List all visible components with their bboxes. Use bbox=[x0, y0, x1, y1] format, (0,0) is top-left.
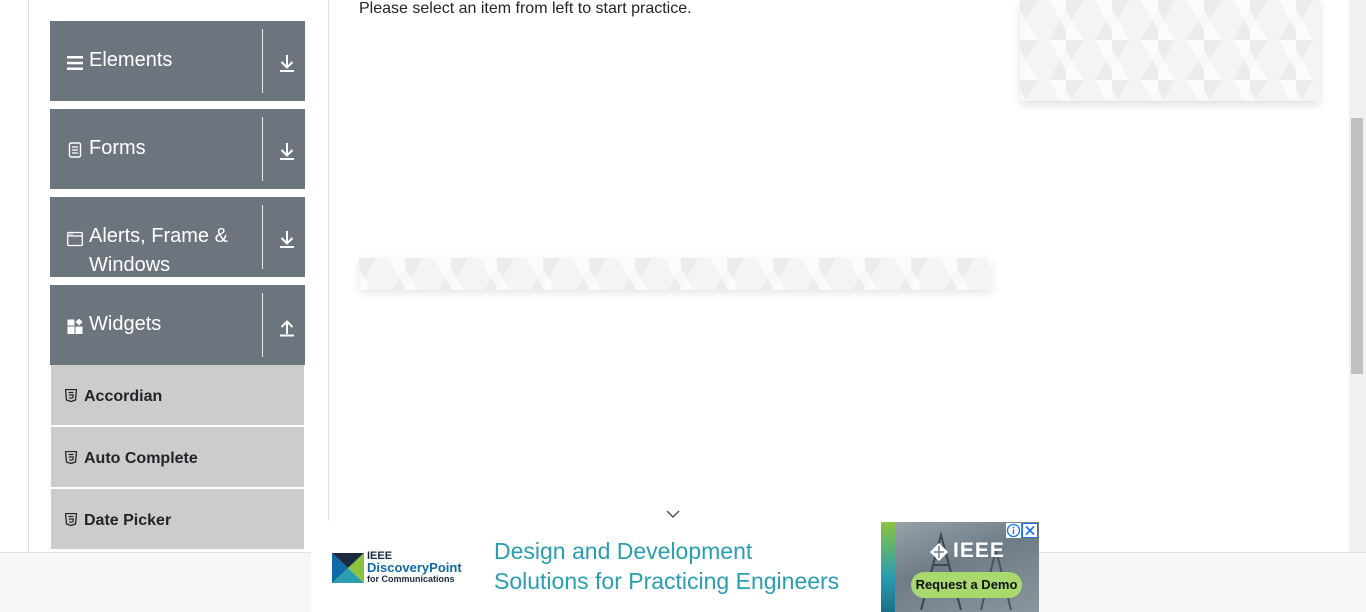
menu-item-label: Accordian bbox=[84, 388, 163, 405]
logo-discoverypoint-text: DiscoveryPoint bbox=[367, 560, 462, 575]
html5-icon bbox=[65, 389, 77, 402]
left-divider bbox=[28, 0, 29, 552]
scrollbar-thumb[interactable] bbox=[1351, 118, 1363, 374]
group-label: Alerts, Frame & Windows bbox=[89, 225, 228, 276]
group-alerts-frame-windows[interactable]: Alerts, Frame & Windows bbox=[50, 197, 305, 277]
group-separator bbox=[262, 293, 263, 357]
ad-placeholder-top bbox=[1020, 0, 1320, 101]
banner-ad[interactable]: IEEE DiscoveryPoint for Communications D… bbox=[311, 510, 1039, 612]
ad-headline-line2: Solutions for Practicing Engineers bbox=[494, 568, 840, 594]
group-label: Widgets bbox=[89, 313, 162, 335]
ieee-discoverypoint-logo: IEEE DiscoveryPoint for Communications bbox=[332, 551, 472, 585]
group-separator bbox=[262, 205, 263, 269]
group-forms[interactable]: Forms bbox=[50, 109, 305, 189]
download-arrow-icon[interactable] bbox=[278, 229, 296, 249]
request-demo-button[interactable]: Request a Demo bbox=[911, 572, 1022, 598]
download-arrow-icon[interactable] bbox=[278, 141, 296, 161]
close-icon[interactable] bbox=[1022, 523, 1038, 538]
ad-ieee-badge: IEEE bbox=[953, 539, 1005, 562]
menu-item-date-picker[interactable]: Date Picker bbox=[51, 489, 304, 551]
document-icon bbox=[68, 142, 82, 158]
upload-arrow-icon[interactable] bbox=[278, 317, 296, 337]
adchoices-info-icon[interactable] bbox=[1006, 523, 1021, 538]
group-label: Elements bbox=[89, 49, 173, 71]
menu-item-auto-complete[interactable]: Auto Complete bbox=[51, 427, 304, 489]
group-separator bbox=[262, 117, 263, 181]
ad-headline: Design and Development Solutions for Pra… bbox=[494, 536, 874, 596]
widgets-grid-icon bbox=[67, 319, 83, 334]
menu-bars-icon bbox=[67, 56, 83, 70]
logo-subtitle-text: for Communications bbox=[367, 574, 455, 584]
widgets-menu-list: Accordian Auto Complete Date Picker bbox=[51, 365, 304, 551]
ad-photo-accent bbox=[881, 522, 895, 612]
group-separator bbox=[262, 29, 263, 93]
discoverypoint-mark-icon bbox=[332, 553, 364, 583]
html5-icon bbox=[65, 451, 77, 464]
group-widgets[interactable]: Widgets bbox=[50, 285, 305, 365]
ad-placeholder-middle bbox=[359, 258, 992, 290]
group-label: Forms bbox=[89, 137, 146, 159]
page-scrollbar[interactable] bbox=[1349, 0, 1366, 552]
practice-instruction: Please select an item from left to start… bbox=[359, 0, 692, 17]
content-divider bbox=[328, 0, 329, 552]
html5-icon bbox=[65, 513, 77, 526]
ieee-diamond-icon bbox=[930, 543, 948, 561]
page: Elements Forms Alerts, Frame & Windows W… bbox=[0, 0, 1366, 612]
ad-headline-line1: Design and Development bbox=[494, 538, 753, 564]
download-arrow-icon[interactable] bbox=[278, 53, 296, 73]
browser-window-icon bbox=[67, 231, 83, 247]
group-elements[interactable]: Elements bbox=[50, 21, 305, 101]
menu-item-label: Auto Complete bbox=[84, 450, 198, 467]
menu-item-accordian[interactable]: Accordian bbox=[51, 365, 304, 427]
chevron-down-icon[interactable] bbox=[665, 509, 681, 519]
menu-item-label: Date Picker bbox=[84, 512, 172, 529]
